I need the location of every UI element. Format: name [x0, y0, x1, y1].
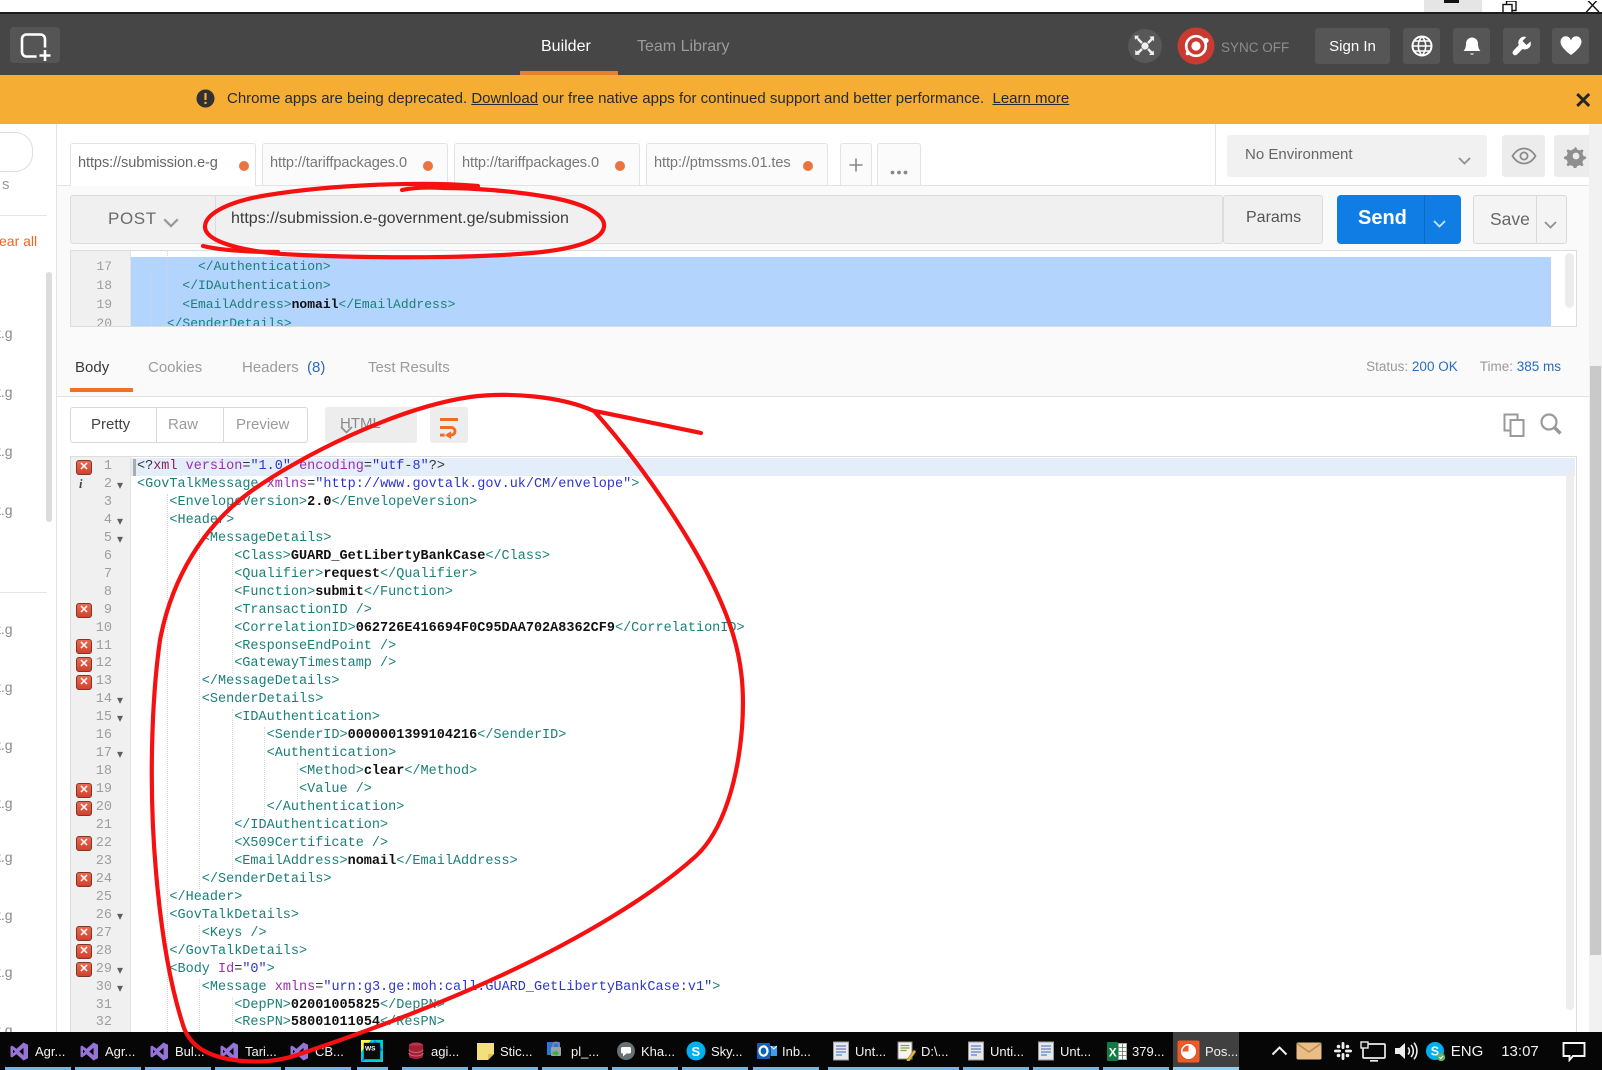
svg-text:WS: WS: [365, 1046, 376, 1053]
svg-text:X: X: [1109, 1045, 1117, 1059]
svg-text:S: S: [692, 1044, 701, 1059]
